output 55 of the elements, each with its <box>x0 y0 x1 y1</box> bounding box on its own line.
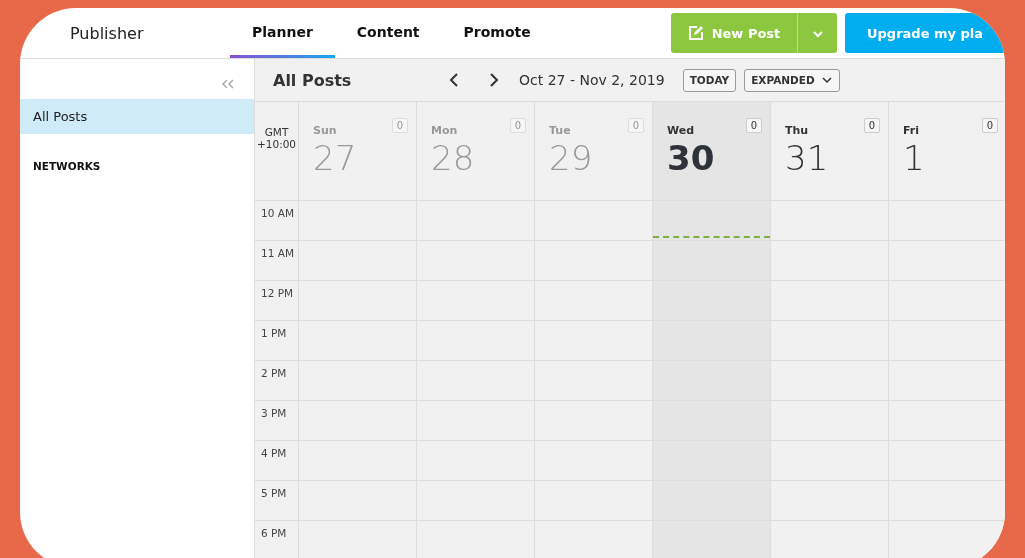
time-slot[interactable] <box>770 200 888 240</box>
post-count: 0 <box>627 118 644 133</box>
previous-icon[interactable] <box>449 72 459 88</box>
nav-tab[interactable]: Promote <box>441 8 553 58</box>
today-button[interactable]: TODAY <box>682 68 737 92</box>
hour-label: 5 PM <box>255 480 298 520</box>
time-slot[interactable] <box>888 400 1005 440</box>
time-slot[interactable] <box>888 320 1005 360</box>
day-number: 1 <box>903 137 925 179</box>
hour-label: 6 PM <box>255 520 298 558</box>
time-slot[interactable] <box>652 200 770 240</box>
hour-label: 1 PM <box>255 320 298 360</box>
day-name: Sun <box>313 124 337 137</box>
dropdown-button[interactable] <box>797 13 837 53</box>
day-name: Wed <box>667 124 695 137</box>
time-slot[interactable] <box>888 440 1005 480</box>
next-icon[interactable] <box>489 72 499 88</box>
hour-label: 4 PM <box>255 440 298 480</box>
day-number: 28 <box>431 137 475 179</box>
post-count: 0 <box>745 118 762 133</box>
calendar-title: All Posts <box>273 70 353 90</box>
timezone-label: GMT +10:00 <box>255 125 298 152</box>
sidebar-item[interactable]: All Posts <box>20 99 254 134</box>
nav-tab[interactable]: Content <box>334 8 442 58</box>
day-number: 27 <box>313 137 357 179</box>
day-number: 29 <box>549 137 593 179</box>
day-name: Fri <box>903 124 919 137</box>
chevron-down-icon <box>820 76 833 84</box>
time-slot[interactable] <box>888 240 1005 280</box>
post-count: 0 <box>981 118 998 133</box>
hour-label: 10 AM <box>255 200 298 240</box>
time-slot[interactable] <box>888 520 1005 558</box>
hour-label: 11 AM <box>255 240 298 280</box>
chevron-down-icon <box>811 29 824 38</box>
post-count: 0 <box>509 118 526 133</box>
date-range: Oct 27 - Nov 2, 2019 <box>519 72 665 88</box>
day-number: 31 <box>785 137 829 179</box>
day-name: Tue <box>549 124 571 137</box>
post-count: 0 <box>391 118 408 133</box>
time-slot[interactable] <box>888 280 1005 320</box>
edit-icon <box>687 25 704 41</box>
view-dropdown[interactable]: EXPANDED <box>744 68 840 92</box>
time-slot[interactable] <box>888 360 1005 400</box>
day-name: Thu <box>785 124 809 137</box>
hour-label: 2 PM <box>255 360 298 400</box>
collapse-icon[interactable] <box>222 79 234 89</box>
hour-label: 3 PM <box>255 400 298 440</box>
post-count: 0 <box>863 118 880 133</box>
day-name: Mon <box>431 124 458 137</box>
app-title: Publisher <box>70 23 145 43</box>
time-slot[interactable] <box>888 200 1005 240</box>
time-slot[interactable] <box>888 480 1005 520</box>
section-heading: NETWORKS <box>32 159 102 174</box>
day-number: 30 <box>667 137 715 179</box>
hour-label: 12 PM <box>255 280 298 320</box>
